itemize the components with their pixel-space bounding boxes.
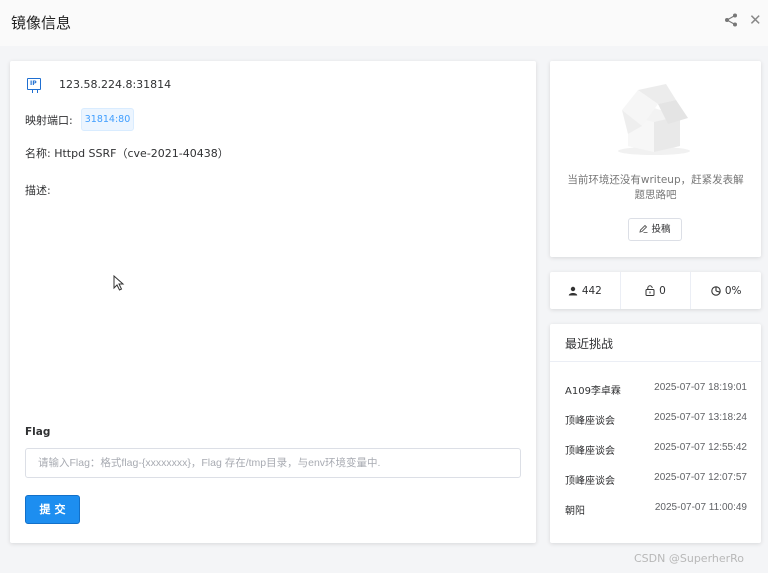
pie-chart-icon xyxy=(711,285,721,296)
pen-icon xyxy=(639,224,648,233)
close-icon[interactable]: ✕ xyxy=(749,11,762,29)
stat-locks-value: 0 xyxy=(659,284,666,297)
writeup-panel: 当前环境还没有writeup，赶紧发表解题思路吧 投稿 xyxy=(550,61,761,257)
recent-title: 最近挑战 xyxy=(565,337,614,351)
stat-rate: 0% xyxy=(691,272,761,309)
challenger-name: A109李卓霖 xyxy=(565,386,621,397)
challenge-time: 2025-07-07 12:07:57 xyxy=(654,472,747,483)
recent-challenges-panel: 最近挑战 A109李卓霖 2025-07-07 18:19:01 顶峰座谈会 2… xyxy=(550,324,761,543)
challenge-time: 2025-07-07 12:55:42 xyxy=(654,442,747,453)
stat-users-value: 442 xyxy=(581,284,602,297)
stat-locks: 0 xyxy=(621,272,692,309)
challenger-name: 顶峰座谈会 xyxy=(565,476,615,487)
submit-writeup-label: 投稿 xyxy=(651,224,671,235)
image-name: 名称: Httpd SSRF（cve-2021-40438） xyxy=(25,147,229,160)
stat-users: 442 xyxy=(550,272,621,309)
share-icon[interactable] xyxy=(724,13,738,27)
ip-address: 123.58.224.8:31814 xyxy=(59,78,172,91)
challenger-name: 顶峰座谈会 xyxy=(565,446,615,457)
empty-box-illustration xyxy=(618,84,690,155)
flag-label: Flag xyxy=(25,426,51,438)
dialog-header: 镜像信息 ✕ xyxy=(0,0,768,46)
stat-rate-value: 0% xyxy=(724,284,742,297)
challenge-time: 2025-07-07 18:19:01 xyxy=(654,382,747,393)
image-info-panel: IP 123.58.224.8:31814 映射端口: 31814:80 名称:… xyxy=(10,61,536,543)
user-icon xyxy=(568,286,578,295)
mouse-cursor-icon xyxy=(113,275,125,291)
challenger-name: 朝阳 xyxy=(565,506,585,517)
description-label: 描述: xyxy=(25,184,51,197)
writeup-empty-message: 当前环境还没有writeup，赶紧发表解题思路吧 xyxy=(567,174,744,201)
challenger-name: 顶峰座谈会 xyxy=(565,416,615,427)
stats-panel: 442 0 0% xyxy=(550,272,761,309)
page-title: 镜像信息 xyxy=(11,14,72,32)
port-label: 映射端口: xyxy=(25,114,73,127)
submit-writeup-button[interactable]: 投稿 xyxy=(628,218,682,241)
unlock-icon xyxy=(645,285,655,296)
divider xyxy=(550,361,761,362)
challenge-time: 2025-07-07 13:18:24 xyxy=(654,412,747,423)
flag-input[interactable] xyxy=(25,448,521,478)
challenge-time: 2025-07-07 11:00:49 xyxy=(654,502,747,513)
port-tag: 31814:80 xyxy=(81,108,134,131)
ip-icon: IP xyxy=(27,78,41,93)
submit-button[interactable]: 提交 xyxy=(25,495,80,524)
watermark: CSDN @SuperherRo xyxy=(634,552,745,565)
